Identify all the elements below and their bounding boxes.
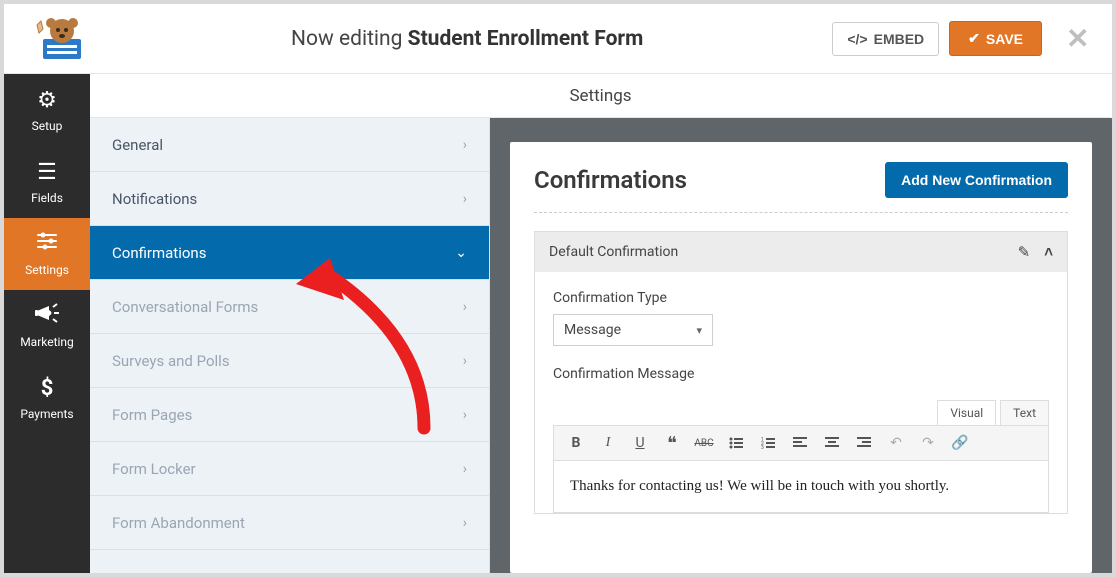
settings-heading: Settings xyxy=(90,74,1111,118)
nav-label: Marketing xyxy=(20,335,74,349)
form-name: Student Enrollment Form xyxy=(408,27,644,51)
nav-label: Payments xyxy=(20,407,73,421)
page-title: Now editing Student Enrollment Form xyxy=(102,27,832,51)
editing-prefix: Now editing xyxy=(291,27,408,51)
editor-tab-text[interactable]: Text xyxy=(1000,400,1049,425)
nav-label: Settings xyxy=(25,263,69,277)
nav-marketing[interactable]: Marketing xyxy=(4,290,90,362)
settings-item-confirmations[interactable]: Confirmations ⌄ xyxy=(90,226,489,280)
embed-label: EMBED xyxy=(874,31,925,47)
chevron-down-icon: ⌄ xyxy=(455,245,467,261)
settings-item-form-locker[interactable]: Form Locker › xyxy=(90,442,489,496)
add-new-confirmation-button[interactable]: Add New Confirmation xyxy=(885,162,1068,198)
numbered-list-icon[interactable]: 123 xyxy=(754,430,782,456)
chevron-right-icon: › xyxy=(463,299,467,315)
settings-item-label: Form Abandonment xyxy=(112,514,245,532)
confirmations-panel: Confirmations Add New Confirmation Defau… xyxy=(510,142,1092,573)
confirmation-type-select[interactable]: Message ▾ xyxy=(553,314,713,346)
settings-item-label: Notifications xyxy=(112,190,197,208)
settings-item-general[interactable]: General › xyxy=(90,118,489,172)
settings-item-label: Confirmations xyxy=(112,244,206,262)
settings-item-label: Surveys and Polls xyxy=(112,352,230,370)
nav-setup[interactable]: ⚙ Setup xyxy=(4,74,90,146)
settings-column: Settings General › Notifications › Confi… xyxy=(90,74,490,573)
settings-item-label: Conversational Forms xyxy=(112,298,258,316)
confirmation-block: Default Confirmation ✎ ˄ Confirmation Ty… xyxy=(534,231,1068,514)
align-right-icon[interactable] xyxy=(850,430,878,456)
settings-item-conversational-forms[interactable]: Conversational Forms › xyxy=(90,280,489,334)
editor-content[interactable]: Thanks for contacting us! We will be in … xyxy=(553,461,1049,513)
close-icon[interactable]: ✕ xyxy=(1066,25,1094,53)
primary-sidebar: ⚙ Setup ☰ Fields Settings Marketing $ xyxy=(4,74,90,573)
italic-icon[interactable]: I xyxy=(594,430,622,456)
settings-item-form-abandonment[interactable]: Form Abandonment › xyxy=(90,496,489,550)
nav-settings[interactable]: Settings xyxy=(4,218,90,290)
embed-button[interactable]: </> EMBED xyxy=(832,22,939,56)
confirmation-block-header[interactable]: Default Confirmation ✎ ˄ xyxy=(535,232,1067,272)
settings-item-label: Form Pages xyxy=(112,406,192,424)
chevron-right-icon: › xyxy=(463,191,467,207)
link-icon[interactable]: 🔗 xyxy=(946,430,974,456)
nav-fields[interactable]: ☰ Fields xyxy=(4,146,90,218)
nav-label: Fields xyxy=(31,191,63,205)
chevron-right-icon: › xyxy=(463,407,467,423)
list-icon: ☰ xyxy=(37,160,57,185)
confirmation-message-label: Confirmation Message xyxy=(553,366,1049,382)
align-left-icon[interactable] xyxy=(786,430,814,456)
settings-item-label: Form Locker xyxy=(112,460,196,478)
pencil-icon[interactable]: ✎ xyxy=(1018,243,1031,261)
app-logo xyxy=(22,12,102,66)
save-button[interactable]: ✔ SAVE xyxy=(949,21,1042,56)
align-center-icon[interactable] xyxy=(818,430,846,456)
nav-payments[interactable]: $ Payments xyxy=(4,362,90,434)
sliders-icon xyxy=(36,231,58,257)
topbar: Now editing Student Enrollment Form </> … xyxy=(4,4,1112,74)
preview-column: Confirmations Add New Confirmation Defau… xyxy=(490,118,1112,573)
check-icon: ✔ xyxy=(968,30,980,47)
chevron-right-icon: › xyxy=(463,461,467,477)
chevron-right-icon: › xyxy=(463,515,467,531)
save-label: SAVE xyxy=(986,31,1023,47)
settings-item-notifications[interactable]: Notifications › xyxy=(90,172,489,226)
editor-toolbar: B I U ❝ ABC 123 ↶ ↷ 🔗 xyxy=(553,425,1049,461)
undo-icon[interactable]: ↶ xyxy=(882,430,910,456)
chevron-right-icon: › xyxy=(463,353,467,369)
svg-text:3: 3 xyxy=(761,445,764,449)
settings-item-surveys-polls[interactable]: Surveys and Polls › xyxy=(90,334,489,388)
underline-icon[interactable]: U xyxy=(626,430,654,456)
select-value: Message xyxy=(564,322,621,338)
editor-tab-visual[interactable]: Visual xyxy=(937,400,996,425)
settings-item-label: General xyxy=(112,136,163,154)
bold-icon[interactable]: B xyxy=(562,430,590,456)
redo-icon[interactable]: ↷ xyxy=(914,430,942,456)
bullet-list-icon[interactable] xyxy=(722,430,750,456)
chevron-up-icon[interactable]: ˄ xyxy=(1044,243,1053,261)
code-icon: </> xyxy=(847,31,867,47)
confirmation-type-label: Confirmation Type xyxy=(553,290,1049,306)
dollar-icon: $ xyxy=(41,376,54,401)
settings-menu[interactable]: General › Notifications › Confirmations … xyxy=(90,118,489,573)
gear-icon: ⚙ xyxy=(37,88,57,113)
blockquote-icon[interactable]: ❝ xyxy=(658,430,686,456)
panel-title: Confirmations xyxy=(534,166,687,194)
confirmation-block-title: Default Confirmation xyxy=(549,244,678,260)
chevron-down-icon: ▾ xyxy=(696,324,702,337)
settings-item-form-pages[interactable]: Form Pages › xyxy=(90,388,489,442)
chevron-right-icon: › xyxy=(463,137,467,153)
bullhorn-icon xyxy=(35,303,59,329)
strikethrough-icon[interactable]: ABC xyxy=(690,430,718,456)
nav-label: Setup xyxy=(32,119,63,133)
